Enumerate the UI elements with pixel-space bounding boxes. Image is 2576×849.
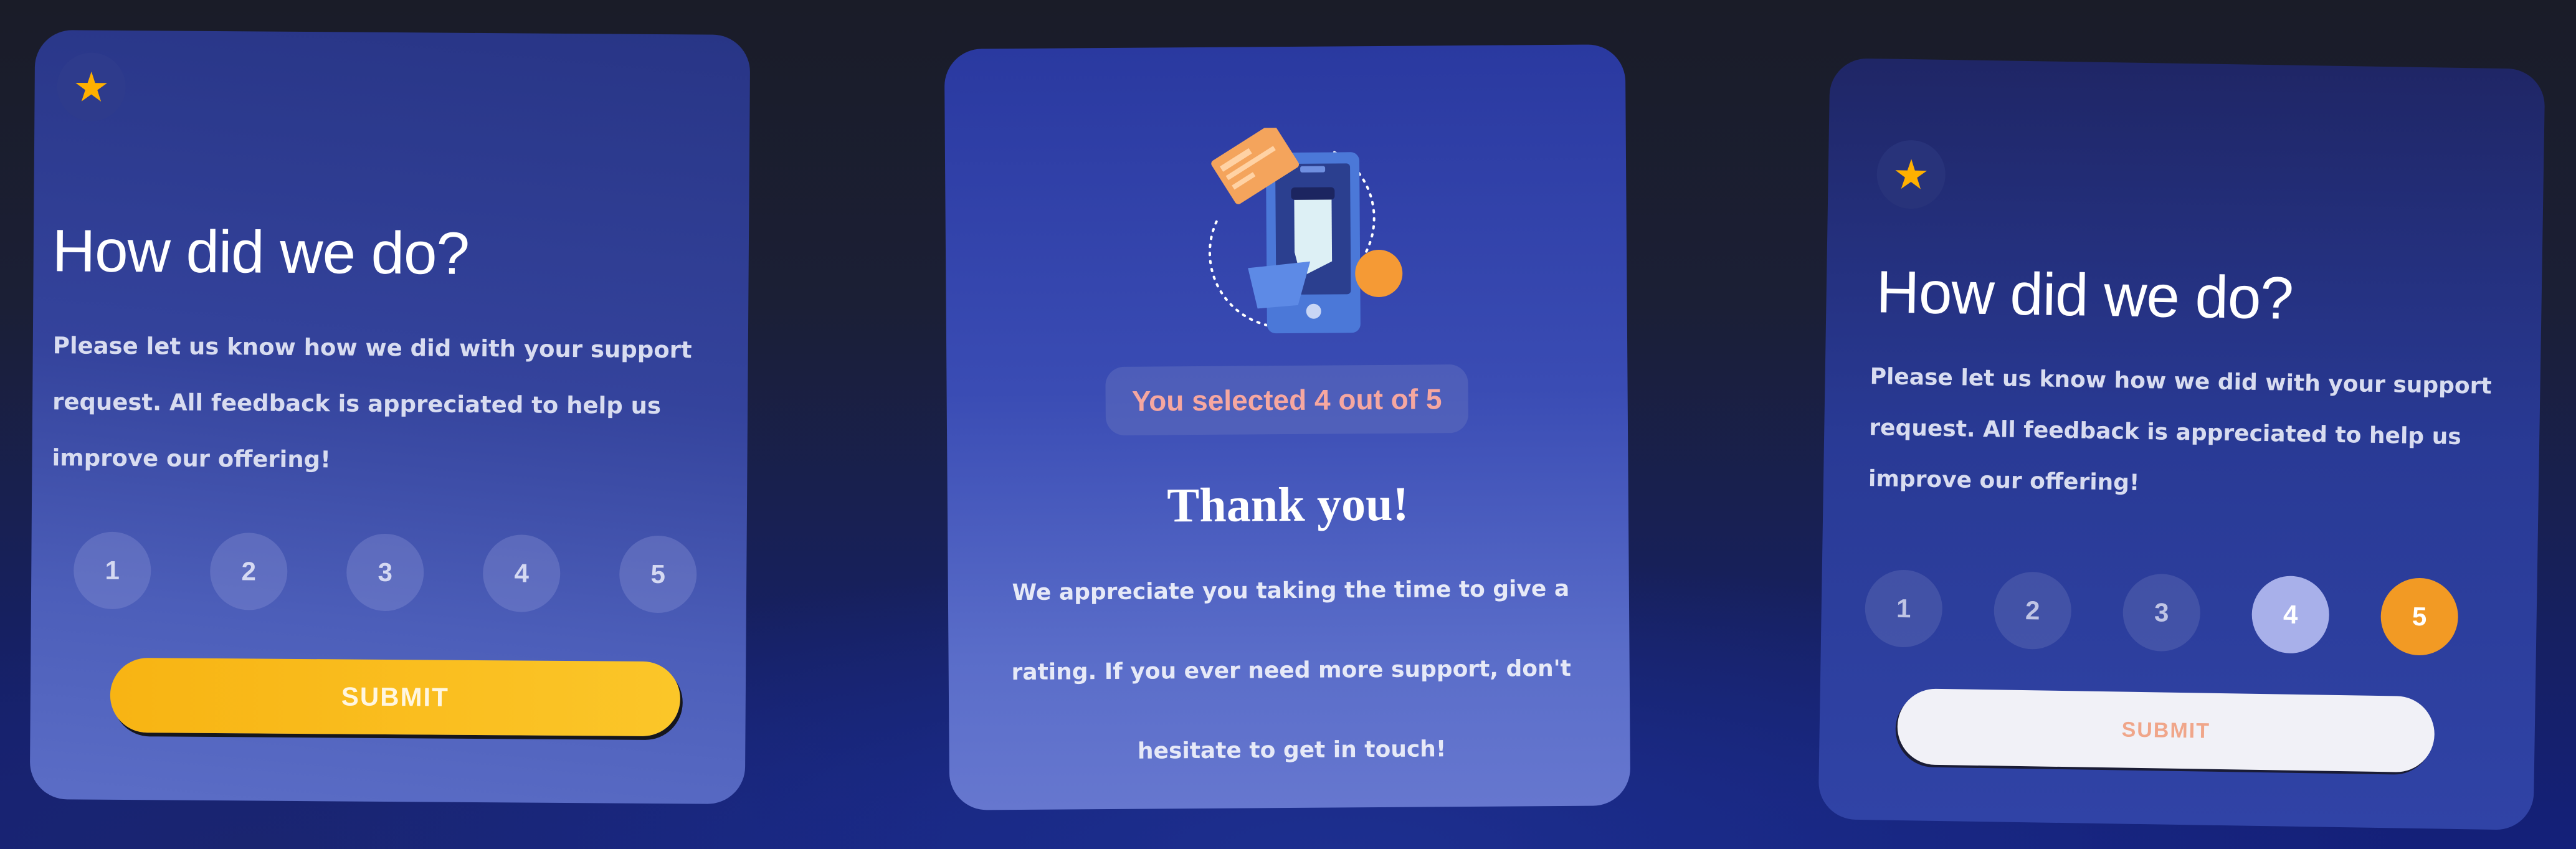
thank-you-card: You selected 4 out of 5 Thank you! We ap… [944, 44, 1631, 810]
rating-title: How did we do? [52, 217, 470, 287]
star-badge: ★ [1876, 140, 1946, 209]
rating-option-2[interactable]: 2 [209, 532, 288, 610]
rating-card-default: ★ How did we do? Please let us know how … [29, 30, 751, 804]
thank-you-description: We appreciate you taking the time to giv… [1011, 576, 1572, 764]
thank-you-title: Thank you! [1167, 476, 1409, 533]
submit-button[interactable]: SUBMIT [1896, 688, 2435, 773]
rating-options: 1 2 3 4 5 [1864, 569, 2459, 656]
rating-option-1[interactable]: 1 [1864, 569, 1943, 648]
star-icon: ★ [1892, 151, 1930, 198]
rating-description: Please let us know how we did with your … [1868, 364, 2492, 496]
rating-option-4[interactable]: 4 [2251, 575, 2330, 654]
star-badge: ★ [57, 52, 126, 122]
phone-payment-illustration [1208, 126, 1403, 334]
selected-rating-badge: You selected 4 out of 5 [1105, 364, 1469, 436]
rating-option-3[interactable]: 3 [346, 533, 424, 612]
rating-option-2[interactable]: 2 [1993, 571, 2072, 650]
rating-options: 1 2 3 4 5 [73, 531, 697, 614]
rating-option-4[interactable]: 4 [482, 534, 561, 612]
rating-title: How did we do? [1875, 258, 2294, 332]
rating-option-5[interactable]: 5 [619, 535, 697, 614]
rating-card-selected: ★ How did we do? Please let us know how … [1818, 58, 2545, 830]
rating-option-5[interactable]: 5 [2380, 577, 2459, 656]
selected-rating-text: You selected 4 out of 5 [1131, 382, 1442, 417]
submit-button[interactable]: SUBMIT [110, 657, 681, 737]
rating-option-3[interactable]: 3 [2122, 573, 2201, 652]
rating-option-1[interactable]: 1 [73, 531, 151, 610]
star-icon: ★ [72, 64, 110, 110]
rating-description: Please let us know how we did with your … [52, 332, 692, 473]
